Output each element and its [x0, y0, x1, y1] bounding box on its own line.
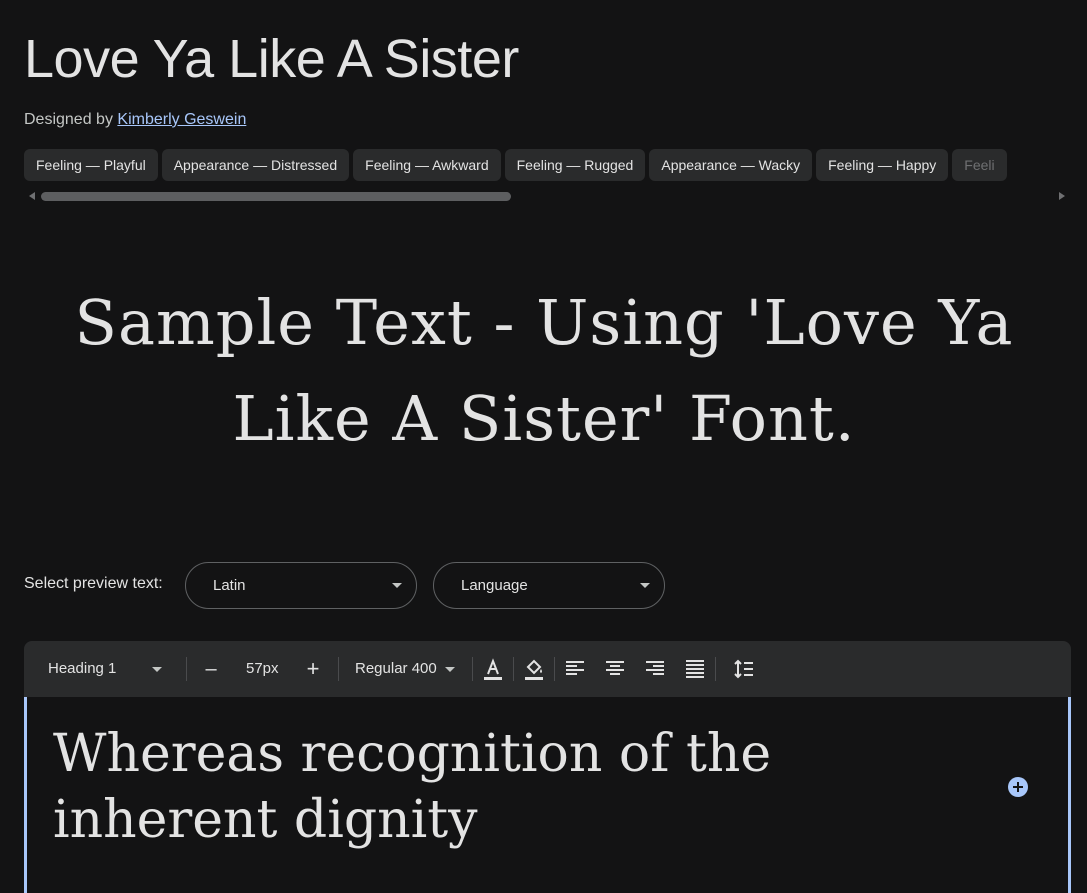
chevron-down-icon [640, 583, 650, 588]
chevron-down-icon [152, 667, 162, 672]
editor-text-line: inherent dignity [53, 790, 478, 850]
chevron-down-icon [392, 583, 402, 588]
text-color-icon[interactable] [481, 657, 505, 681]
designer-line: Designed by Kimberly Geswein [24, 111, 246, 129]
tag-chip[interactable]: Feeling — Playful [24, 149, 158, 181]
script-select[interactable]: Latin [185, 562, 417, 609]
language-select-value: Language [461, 577, 528, 594]
toolbar-divider [338, 657, 339, 681]
tag-chip[interactable]: Feeling — Awkward [353, 149, 501, 181]
align-left-icon[interactable] [563, 657, 587, 681]
font-size-value[interactable]: 57px [246, 641, 279, 697]
tag-list: Feeling — Playful Appearance — Distressed… [24, 149, 1087, 181]
designed-by-label: Designed by [24, 111, 113, 128]
sample-text-line: Sample Text - Using 'Love Ya [74, 286, 1014, 359]
language-select[interactable]: Language [433, 562, 665, 609]
designer-link[interactable]: Kimberly Geswein [117, 111, 246, 128]
editor-text-line: Whereas recognition of the [53, 724, 772, 784]
add-circle-icon[interactable] [1008, 777, 1028, 797]
editor-text[interactable]: Whereas recognition of the inherent dign… [53, 721, 813, 853]
font-specimen-page: Love Ya Like A Sister Designed by Kimber… [0, 0, 1087, 893]
preview-editor[interactable]: Whereas recognition of the inherent dign… [24, 697, 1071, 893]
font-weight-value: Regular 400 [355, 660, 437, 677]
page-title: Love Ya Like A Sister [24, 29, 519, 89]
font-weight-select[interactable]: Regular 400 [355, 641, 467, 697]
editor-toolbar: Heading 1 – 57px + Regular 400 [24, 641, 1071, 697]
tags-scrollbar[interactable] [41, 192, 511, 201]
sample-text: Sample Text - Using 'Love Ya Like A Sist… [24, 275, 1064, 467]
toolbar-divider [715, 657, 716, 681]
text-style-value: Heading 1 [48, 660, 117, 677]
text-style-select[interactable]: Heading 1 [48, 641, 168, 697]
align-right-icon[interactable] [643, 657, 667, 681]
scroll-left-arrow-icon[interactable] [29, 192, 35, 200]
align-center-icon[interactable] [603, 657, 627, 681]
sample-text-line: Like A Sister' Font. [232, 382, 856, 455]
line-height-icon[interactable] [732, 657, 756, 681]
increase-size-button[interactable]: + [304, 641, 322, 697]
tag-chip[interactable]: Feeli [952, 149, 1007, 181]
toolbar-divider [472, 657, 473, 681]
script-select-value: Latin [213, 577, 246, 594]
scroll-right-arrow-icon[interactable] [1059, 192, 1065, 200]
tag-chip[interactable]: Feeling — Rugged [504, 149, 646, 181]
tag-chip[interactable]: Feeling — Happy [816, 149, 949, 181]
toolbar-divider [554, 657, 555, 681]
highlight-color-icon[interactable] [522, 657, 546, 681]
tag-chip[interactable]: Appearance — Wacky [649, 149, 813, 181]
chevron-down-icon [445, 667, 455, 672]
preview-text-label: Select preview text: [24, 575, 163, 592]
align-justify-icon[interactable] [683, 657, 707, 681]
tag-chip[interactable]: Appearance — Distressed [161, 149, 350, 181]
toolbar-divider [513, 657, 514, 681]
toolbar-divider [186, 657, 187, 681]
decrease-size-button[interactable]: – [202, 641, 220, 697]
